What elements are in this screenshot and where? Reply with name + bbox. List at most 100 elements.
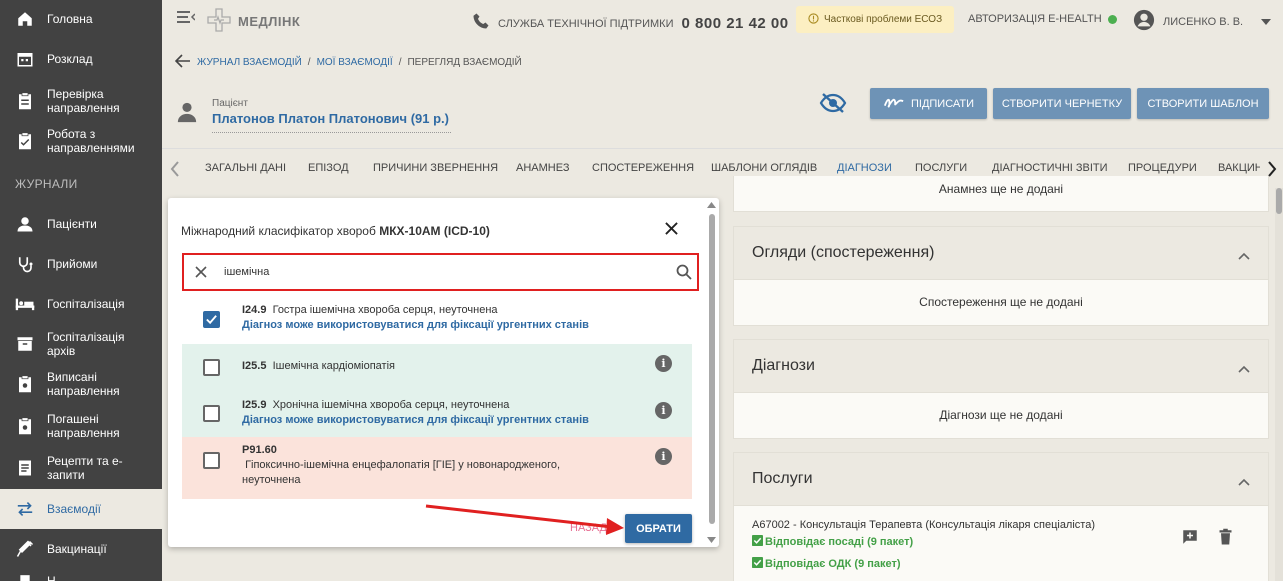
scroll-down-icon[interactable] bbox=[707, 537, 716, 543]
sign-label: ПІДПИСАТИ bbox=[910, 97, 975, 110]
sidebar-item-label: Госпіталізація архів bbox=[47, 330, 125, 358]
result-checkbox[interactable] bbox=[203, 405, 220, 422]
back-arrow-icon[interactable] bbox=[174, 54, 191, 71]
breadcrumb-my-interactions[interactable]: МОЇ ВЗАЄМОДІЇ bbox=[317, 57, 393, 68]
caret-down-icon bbox=[1261, 16, 1272, 28]
checkbox-checked-icon bbox=[752, 535, 763, 549]
phone-icon bbox=[472, 12, 490, 35]
logo[interactable]: МЕДЛІНК bbox=[206, 7, 300, 36]
anamnesis-empty-text: Анамнез ще не додані bbox=[938, 182, 1064, 196]
search-input[interactable]: ішемічна bbox=[224, 266, 269, 278]
result-item-i25-5[interactable]: I25.5 Ішемічна кардіоміопатія i bbox=[182, 344, 692, 391]
search-icon[interactable] bbox=[676, 264, 692, 285]
info-icon[interactable]: i bbox=[655, 402, 672, 419]
sidebar-item-interactions[interactable]: Взаємодії bbox=[0, 489, 162, 529]
result-urgent-note: Діагноз може використовуватися для фікса… bbox=[242, 319, 589, 331]
tab-anamnesis[interactable]: АНАМНЕЗ bbox=[516, 162, 569, 174]
result-item-p91-60[interactable]: P91.60 Гіпоксично-ішемічна енцефалопатія… bbox=[182, 437, 692, 499]
ecoz-warning-badge[interactable]: Часткові проблеми ЕСОЗ bbox=[796, 6, 955, 33]
sidebar-item-label: Рецепти та е-запити bbox=[47, 454, 123, 482]
sidebar-item-hospitalization-archive[interactable]: Госпіталізація архів bbox=[0, 330, 162, 358]
info-icon[interactable]: i bbox=[655, 448, 672, 465]
close-icon[interactable] bbox=[665, 222, 678, 240]
tab-episode[interactable]: ЕПІЗОД bbox=[308, 162, 349, 174]
result-description: Ішемічна кардіоміопатія bbox=[272, 360, 395, 372]
breadcrumb-separator: / bbox=[307, 57, 311, 68]
tab-procedures[interactable]: ПРОЦЕДУРИ bbox=[1128, 162, 1197, 174]
tab-diagnostic-reports[interactable]: ДІАГНОСТИЧНІ ЗВІТИ bbox=[992, 162, 1108, 174]
support-info: СЛУЖБА ТЕХНІЧНОЇ ПІДТРИМКИ 0 800 21 42 0… bbox=[472, 12, 789, 35]
sidebar-item-prescriptions[interactable]: Рецепти та е-запити bbox=[0, 453, 162, 483]
sidebar-item-schedule[interactable]: Розклад bbox=[0, 48, 162, 70]
scroll-up-icon[interactable] bbox=[707, 202, 716, 208]
stethoscope-icon bbox=[14, 253, 36, 275]
result-checkbox[interactable] bbox=[203, 452, 220, 469]
service-item-title: A67002 - Консультація Терапевта (Консуль… bbox=[752, 519, 1095, 531]
clear-search-icon[interactable] bbox=[195, 265, 207, 283]
diagnoses-card-header[interactable]: Діагнози bbox=[734, 340, 1268, 393]
result-code: I25.5 bbox=[242, 360, 267, 372]
sidebar-item-issued-referrals[interactable]: Виписані направлення bbox=[0, 369, 162, 399]
back-button[interactable]: НАЗАД bbox=[570, 522, 607, 534]
sign-button[interactable]: ПІДПИСАТИ bbox=[870, 88, 987, 119]
tab-general[interactable]: ЗАГАЛЬНІ ДАНІ bbox=[205, 162, 286, 174]
result-item-i25-9[interactable]: I25.9 Хронічна ішемічна хвороба серця, н… bbox=[182, 391, 692, 437]
sidebar-item-home[interactable]: Головна bbox=[0, 8, 162, 30]
page-scrollbar[interactable] bbox=[1275, 188, 1283, 581]
search-field[interactable]: ішемічна bbox=[182, 253, 699, 291]
chevron-up-icon[interactable] bbox=[1238, 360, 1250, 378]
sidebar-item-hospitalization[interactable]: Госпіталізація bbox=[0, 293, 162, 315]
tab-exam-templates[interactable]: ШАБЛОНИ ОГЛЯДІВ bbox=[711, 162, 817, 174]
tab-services[interactable]: ПОСЛУГИ bbox=[915, 162, 967, 174]
sidebar-item-vaccinations[interactable]: Вакцинації bbox=[0, 538, 162, 560]
sidebar-item-more[interactable]: Н bbox=[0, 574, 162, 581]
tab-vaccinations[interactable]: ВАКЦИНАЦІЇ bbox=[1218, 162, 1260, 174]
info-icon[interactable]: i bbox=[655, 355, 672, 372]
choose-button[interactable]: ОБРАТИ bbox=[625, 514, 692, 543]
tabs-scroll-left-icon[interactable] bbox=[170, 161, 180, 182]
result-description: Гіпоксично-ішемічна енцефалопатія [ГІЕ] … bbox=[242, 459, 561, 486]
user-menu[interactable]: ЛИСЕНКО В. В. bbox=[1133, 9, 1272, 34]
support-phone[interactable]: 0 800 21 42 00 bbox=[682, 15, 789, 32]
add-comment-icon[interactable] bbox=[1181, 528, 1199, 551]
sidebar-item-label: Робота з направленнями bbox=[47, 127, 135, 155]
auth-label: АВТОРИЗАЦІЯ E-HEALTH bbox=[968, 13, 1102, 25]
page-scrollbar-thumb[interactable] bbox=[1276, 188, 1282, 214]
result-description: Гостра ішемічна хвороба серця, неуточнен… bbox=[272, 304, 498, 316]
result-checkbox[interactable] bbox=[203, 359, 220, 376]
dialog-scrollbar[interactable] bbox=[707, 202, 716, 543]
collapse-menu-icon[interactable] bbox=[177, 10, 196, 29]
chevron-up-icon[interactable] bbox=[1238, 473, 1250, 491]
patient-name[interactable]: Платонов Платон Платонович (91 р.) bbox=[212, 111, 451, 133]
create-template-button[interactable]: СТВОРИТИ ШАБЛОН bbox=[1137, 88, 1269, 119]
result-checkbox[interactable] bbox=[203, 311, 220, 328]
clipboard-icon bbox=[14, 90, 36, 112]
sidebar-item-patients[interactable]: Пацієнти bbox=[0, 213, 162, 235]
tab-reasons[interactable]: ПРИЧИНИ ЗВЕРНЕННЯ bbox=[373, 162, 498, 174]
sidebar-item-check-referral[interactable]: Перевірка направлення bbox=[0, 86, 162, 116]
signature-icon bbox=[883, 95, 905, 112]
eye-off-icon[interactable] bbox=[819, 92, 847, 119]
create-draft-button[interactable]: СТВОРИТИ ЧЕРНЕТКУ bbox=[993, 88, 1131, 119]
tab-observations[interactable]: СПОСТЕРЕЖЕННЯ bbox=[592, 162, 694, 174]
document-icon bbox=[14, 570, 36, 581]
delete-icon[interactable] bbox=[1218, 528, 1233, 551]
ehealth-auth-status[interactable]: АВТОРИЗАЦІЯ E-HEALTH bbox=[968, 13, 1117, 25]
breadcrumb-interactions-journal[interactable]: ЖУРНАЛ ВЗАЄМОДІЙ bbox=[197, 57, 302, 68]
calendar-icon bbox=[14, 48, 36, 70]
result-item-i24-9[interactable]: I24.9 Гостра ішемічна хвороба серця, неу… bbox=[182, 297, 692, 343]
observations-card-header[interactable]: Огляди (спостереження) bbox=[734, 227, 1268, 280]
services-card-header[interactable]: Послуги bbox=[734, 453, 1268, 506]
result-text: I25.5 Ішемічна кардіоміопатія bbox=[242, 359, 395, 374]
sidebar-item-redeemed-referrals[interactable]: Погашені направлення bbox=[0, 411, 162, 441]
sidebar-item-referrals-work[interactable]: Робота з направленнями bbox=[0, 126, 162, 156]
warning-icon bbox=[808, 12, 819, 27]
sidebar-item-appointments[interactable]: Прийоми bbox=[0, 253, 162, 275]
tab-diagnoses[interactable]: ДІАГНОЗИ bbox=[837, 162, 892, 174]
result-urgent-note: Діагноз може використовуватися для фікса… bbox=[242, 414, 589, 426]
chevron-up-icon[interactable] bbox=[1238, 247, 1250, 265]
anamnesis-card: Анамнез ще не додані bbox=[733, 176, 1269, 212]
dialog-scrollbar-thumb[interactable] bbox=[709, 214, 715, 524]
sidebar: Головна Розклад Перевірка направлення Ро… bbox=[0, 0, 162, 581]
breadcrumb: ЖУРНАЛ ВЗАЄМОДІЙ / МОЇ ВЗАЄМОДІЇ / ПЕРЕГ… bbox=[174, 54, 522, 71]
